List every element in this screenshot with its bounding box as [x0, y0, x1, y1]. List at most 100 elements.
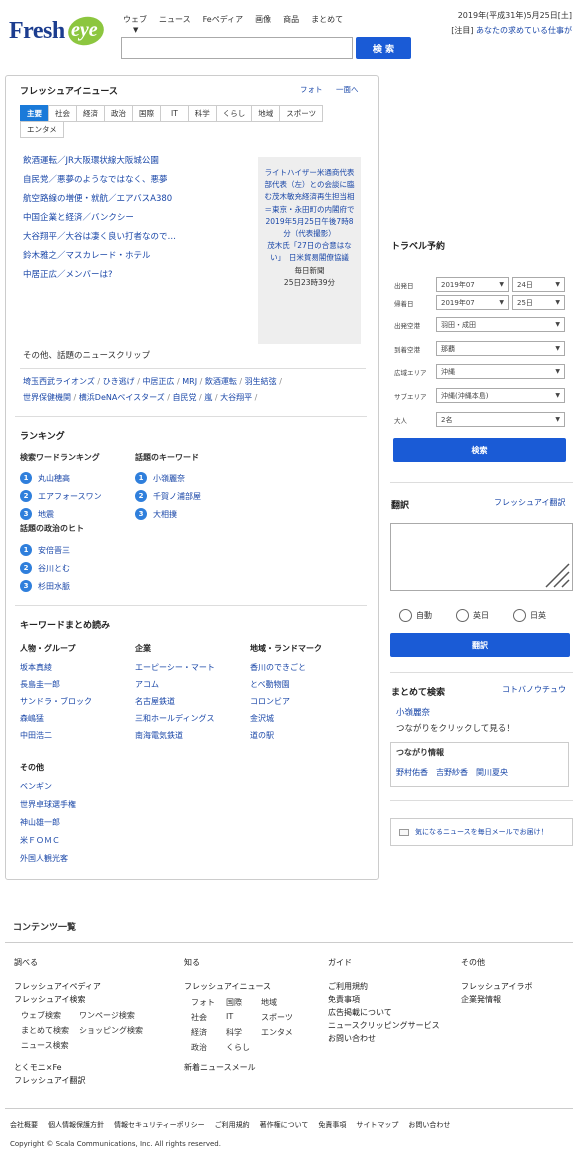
headline-link[interactable]: 大谷翔平／大谷は凄く良い打者なので… [23, 232, 176, 242]
front-page-link[interactable]: 一面へ [336, 84, 359, 95]
tab-web[interactable]: ウェブ [123, 14, 147, 25]
kotoba-link[interactable]: コトバノウチュウ [502, 684, 566, 695]
arrival-airport-select[interactable]: 那覇 ▼ [436, 341, 565, 356]
tab-region[interactable]: 地域 [251, 105, 281, 122]
footer-link[interactable]: 広告掲載について [328, 1008, 440, 1017]
connection-link[interactable]: 野村佑香 [396, 767, 428, 778]
rank-link[interactable]: 谷川とむ [38, 563, 70, 574]
area-select[interactable]: 沖縄 ▼ [436, 364, 565, 379]
photo-link[interactable]: フォト [300, 84, 323, 95]
footer-link[interactable]: くらし [226, 1042, 261, 1053]
departure-month-select[interactable]: 2019年07 ▼ [436, 277, 509, 292]
footer-link[interactable]: 社会 [191, 1012, 226, 1023]
footer-link[interactable]: ウェブ検索 [21, 1010, 79, 1021]
footer-link[interactable]: 個人情報保護方針 [48, 1120, 104, 1130]
tab-life[interactable]: くらし [215, 105, 253, 122]
footer-link[interactable]: お問い合わせ [328, 1034, 440, 1043]
footer-link[interactable]: とくモニ×Fe [14, 1063, 159, 1072]
footer-link[interactable]: 政治 [191, 1042, 226, 1053]
rank-link[interactable]: 小嶺麗奈 [153, 473, 185, 484]
footer-link[interactable]: 企業発情報 [461, 995, 532, 1004]
matome-link[interactable]: 坂本真綾 [20, 662, 92, 673]
footer-link[interactable]: スポーツ [261, 1012, 301, 1023]
radio-auto[interactable]: 自動 [399, 609, 432, 622]
matome-search-name[interactable]: 小嶺麗奈 [396, 706, 430, 718]
departure-day-select[interactable]: 24日 ▼ [512, 277, 565, 292]
travel-search-button[interactable]: 検索 [393, 438, 566, 462]
matome-link[interactable]: とべ動物園 [250, 679, 322, 690]
translate-button[interactable]: 翻訳 [390, 633, 570, 657]
footer-link[interactable]: まとめて検索 [21, 1025, 79, 1036]
adults-select[interactable]: 2名 ▼ [436, 412, 565, 427]
rank-link[interactable]: 安倍晋三 [38, 545, 70, 556]
matome-link[interactable]: 香川のできごと [250, 662, 322, 673]
clip-link[interactable]: 埼玉西武ライオンズ [23, 377, 95, 386]
footer-link[interactable]: 地域 [261, 997, 301, 1008]
footer-link[interactable]: フレッシュアイ検索 [14, 995, 159, 1004]
translate-textarea[interactable] [390, 523, 573, 591]
headline-link[interactable]: 自民党／悪夢のようなではなく、悪夢 [23, 175, 168, 185]
connection-link[interactable]: 関川夏央 [476, 767, 508, 778]
radio-ja-en[interactable]: 日英 [513, 609, 546, 622]
footer-link[interactable]: サイトマップ [356, 1120, 398, 1130]
radio-en-ja[interactable]: 英日 [456, 609, 489, 622]
matome-link[interactable]: 道の駅 [250, 730, 322, 741]
rank-link[interactable]: エアフォースワン [38, 491, 102, 502]
matome-link[interactable]: 名古屋鉄道 [135, 696, 215, 707]
photo-news-box[interactable]: ライトハイザー米通商代表部代表（左）との会談に臨む茂木敏充経済再生担当相＝東京・… [258, 157, 361, 344]
tab-it[interactable]: IT [160, 105, 189, 122]
news-mail-banner[interactable]: 気になるニュースを毎日メールでお届け！ [390, 818, 573, 846]
footer-link[interactable]: ショッピング検索 [79, 1025, 159, 1036]
photo-headline[interactable]: 茂木氏「27日の合意はない」 日米貿易閣僚協議 [264, 240, 355, 264]
tab-entertainment[interactable]: エンタメ [20, 121, 64, 138]
tab-images[interactable]: 画像 [255, 14, 271, 25]
translate-link[interactable]: フレッシュアイ翻訳 [494, 497, 565, 508]
return-day-select[interactable]: 25日 ▼ [512, 295, 565, 310]
footer-link[interactable]: 国際 [226, 997, 261, 1008]
search-button[interactable]: 検 索 [356, 37, 411, 59]
matome-link[interactable]: 森嶋猛 [20, 713, 92, 724]
footer-link[interactable]: 情報セキュリティーポリシー [114, 1120, 205, 1130]
footer-link[interactable]: フォト [191, 997, 226, 1008]
matome-link[interactable]: 金沢城 [250, 713, 322, 724]
tab-sports[interactable]: スポーツ [279, 105, 324, 122]
rank-link[interactable]: 千賀ノ浦部屋 [153, 491, 201, 502]
return-month-select[interactable]: 2019年07 ▼ [436, 295, 509, 310]
clip-link[interactable]: 自民党 [173, 393, 197, 402]
footer-link[interactable]: フレッシュアイニュース [184, 982, 301, 991]
matome-link[interactable]: エーピーシー・マート [135, 662, 215, 673]
footer-link[interactable]: フレッシュアイラボ [461, 982, 532, 991]
footer-link[interactable]: エンタメ [261, 1027, 301, 1038]
clip-link[interactable]: 飲酒運転 [205, 377, 237, 386]
footer-link[interactable]: 経済 [191, 1027, 226, 1038]
rank-link[interactable]: 丸山穂高 [38, 473, 70, 484]
rank-link[interactable]: 杉田水脈 [38, 581, 70, 592]
matome-link[interactable]: 神山雄一郎 [20, 817, 76, 828]
tab-international[interactable]: 国際 [132, 105, 161, 122]
footer-link[interactable]: 著作権について [260, 1120, 309, 1130]
rank-link[interactable]: 大相撲 [153, 509, 177, 520]
site-logo[interactable]: Fresh eye [9, 13, 107, 50]
headline-link[interactable]: 飲酒運転／JR大阪環状線大阪城公園 [23, 156, 159, 166]
connection-link[interactable]: 吉野紗香 [436, 767, 468, 778]
tab-main[interactable]: 主要 [20, 105, 49, 122]
footer-link[interactable]: お問い合わせ [408, 1120, 450, 1130]
photo-caption[interactable]: ライトハイザー米通商代表部代表（左）との会談に臨む茂木敏充経済再生担当相＝東京・… [264, 167, 355, 240]
clip-link[interactable]: 世界保健機関 [23, 393, 71, 402]
search-input[interactable] [121, 37, 353, 59]
headline-link[interactable]: 航空路線の増便・就航／エアバスA380 [23, 194, 172, 204]
footer-link[interactable]: ご利用規約 [328, 982, 440, 991]
resize-handle-icon[interactable] [540, 560, 570, 588]
tab-politics[interactable]: 政治 [104, 105, 133, 122]
clip-link[interactable]: 羽生結弦 [245, 377, 277, 386]
matome-link[interactable]: 長島圭一郎 [20, 679, 92, 690]
matome-link[interactable]: アコム [135, 679, 215, 690]
promo-link[interactable]: [注目] あなたの求めている仕事が [440, 25, 572, 36]
footer-link[interactable]: 会社概要 [10, 1120, 38, 1130]
footer-link[interactable]: 科学 [226, 1027, 261, 1038]
footer-link[interactable]: ニュース検索 [21, 1040, 79, 1051]
footer-link[interactable]: フレッシュアイペディア [14, 982, 159, 991]
tab-society[interactable]: 社会 [48, 105, 77, 122]
matome-link[interactable]: 南海電気鉄道 [135, 730, 215, 741]
headline-link[interactable]: 鈴木雅之／マスカレード・ホテル [23, 251, 151, 261]
